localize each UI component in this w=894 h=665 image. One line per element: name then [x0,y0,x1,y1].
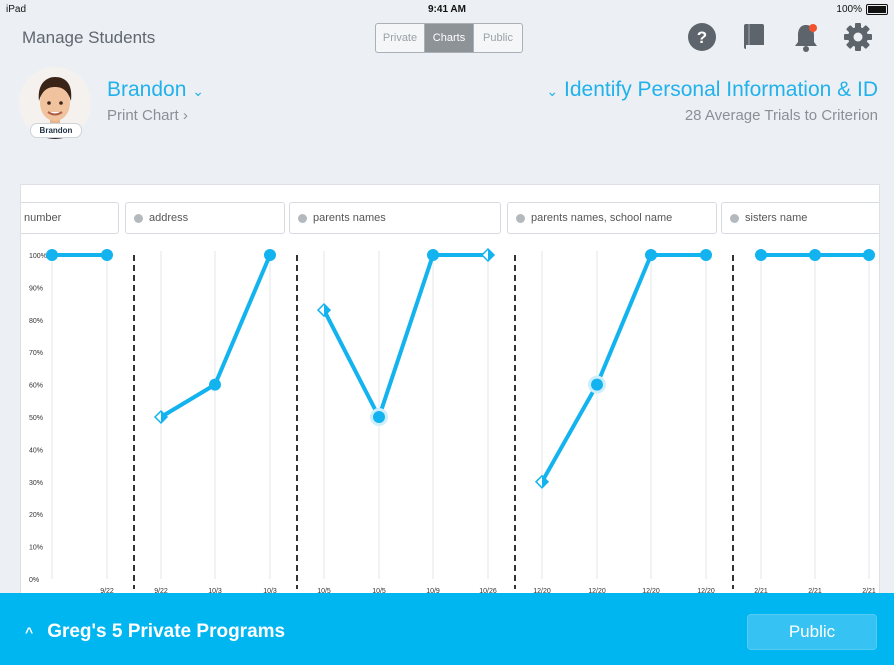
phase-header-3[interactable]: parents names, school name [507,202,717,234]
phase-label: address [149,212,189,224]
data-point [863,249,875,261]
phase-dot-icon [298,213,307,223]
bell-icon[interactable] [790,21,822,53]
battery-status: 100% [836,4,888,15]
student-name-dropdown[interactable]: Brandon ⌄ [107,78,204,102]
data-point [427,249,439,261]
data-point [264,249,276,261]
y-tick-label: 80% [29,318,43,325]
page-title[interactable]: Manage Students [22,28,155,48]
phase-headers: number address parents names parents nam… [21,202,879,236]
view-segmented-control: Private Charts Public [375,23,523,53]
phase-header-2[interactable]: parents names [289,202,501,234]
battery-icon [866,4,888,15]
program-name: Identify Personal Information & ID [564,78,878,101]
status-bar: iPad 9:41 AM 100% [0,0,894,20]
gear-icon[interactable] [842,21,874,53]
segment-charts[interactable]: Charts [425,24,474,52]
y-tick-label: 40% [29,447,43,454]
programs-toggle[interactable]: ^ Greg's 5 Private Programs [25,621,285,643]
y-tick-label: 70% [29,350,43,357]
data-point-fill [488,249,494,261]
programs-title: Greg's 5 Private Programs [47,621,286,642]
chevron-down-icon: ⌄ [192,83,204,99]
student-name: Brandon [107,78,187,101]
y-tick-label: 60% [29,383,43,390]
series-line-2 [322,253,490,419]
phase-label: sisters name [745,212,808,224]
print-chart-link[interactable]: Print Chart › [107,107,188,124]
phase-label: parents names [313,212,386,224]
phase-dot-icon [730,213,739,223]
phase-dot-icon [134,213,143,223]
chart-card: 0% 10% 20% 30% 40% 50% 60% 70% 80% 90% 100% 9/22 9/2… [20,184,880,595]
student-avatar[interactable]: Brandon [19,67,91,139]
data-point [645,249,657,261]
y-tick-label: 30% [29,480,43,487]
data-point [755,249,767,261]
phase-dot-icon [516,213,525,223]
segment-private[interactable]: Private [376,24,425,52]
phase-label: parents names, school name [531,212,673,224]
program-dropdown[interactable]: ⌄ Identify Personal Information & ID [546,78,878,102]
public-button[interactable]: Public [747,614,877,650]
data-point [373,411,385,423]
data-point [101,249,113,261]
chevron-down-icon: ⌄ [546,83,559,99]
y-tick-label: 0% [29,577,39,584]
data-point [46,249,58,261]
battery-percent: 100% [836,4,862,15]
data-point [209,378,221,391]
avatar-name-tag: Brandon [30,123,82,138]
phase-header-4[interactable]: sisters name [721,202,879,234]
y-tick-label: 50% [29,415,43,422]
phase-header-0[interactable]: number [21,202,119,234]
data-point [700,249,712,261]
progress-chart: 0%10%20%30%40%50%60%70%80%90%100%9/22 9/2… [29,247,876,595]
phase-header-1[interactable]: address [125,202,285,234]
data-point [809,249,821,261]
toolbar-icons: ? [686,21,874,53]
series-line-3 [540,253,708,484]
book-icon[interactable] [738,21,770,53]
chevron-up-icon: ^ [25,624,34,640]
y-tick-label: 90% [29,285,43,292]
svg-text:?: ? [697,28,707,47]
y-tick-label: 10% [29,545,43,552]
segment-public[interactable]: Public [474,24,522,52]
y-tick-label: 100% [29,253,47,260]
status-time: 9:41 AM [428,4,466,15]
program-subtitle: 28 Average Trials to Criterion [684,107,878,124]
help-icon[interactable]: ? [686,21,718,53]
y-tick-label: 20% [29,512,43,519]
phase-label: number [24,212,62,224]
data-point [591,378,603,391]
programs-footer-bar[interactable]: ^ Greg's 5 Private Programs Public [0,593,894,665]
